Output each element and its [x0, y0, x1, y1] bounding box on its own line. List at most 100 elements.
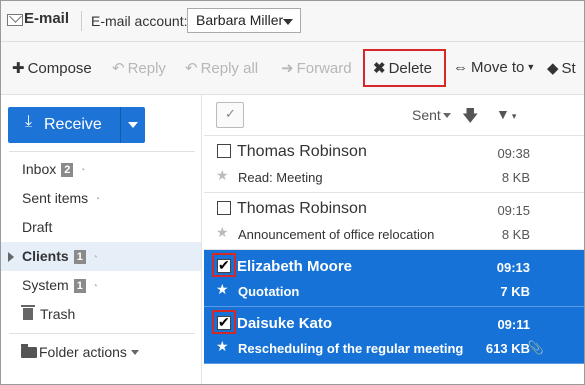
folder-actions-menu[interactable]: Folder actions	[1, 338, 201, 367]
sort-dropdown[interactable]: Sent	[412, 107, 451, 123]
message-size: 7 KB	[500, 284, 530, 299]
reply-all-label: Reply all	[200, 60, 259, 77]
receive-label: Receive	[44, 116, 102, 133]
filter-icon[interactable]: ▼ ▾	[496, 106, 516, 122]
message-time: 09:15	[497, 203, 530, 218]
unread-badge: 2	[61, 163, 74, 177]
check-icon: ✓	[225, 106, 236, 121]
message-time: 09:38	[497, 146, 530, 161]
list-header: ✓ Sent 🡇 ▼ ▾	[204, 95, 584, 136]
compose-label: Compose	[27, 60, 92, 77]
status-label: St	[561, 60, 576, 77]
message-time: 09:13	[496, 260, 530, 275]
sidebar-item-inbox[interactable]: Inbox 2 ◔	[1, 155, 201, 184]
message-list: ✓ Sent 🡇 ▼ ▾ Thomas Robinson 09:38 ★ Read…	[204, 95, 584, 384]
select-all-button[interactable]: ✓	[216, 102, 244, 128]
account-label: E-mail account:	[91, 13, 188, 29]
star-icon[interactable]: ★	[216, 167, 229, 184]
message-row[interactable]: Thomas Robinson 09:15 ★ Announcement of …	[204, 193, 584, 250]
tag-icon: ◆	[547, 60, 559, 77]
divider	[9, 333, 195, 334]
plus-icon: ✚	[12, 60, 25, 77]
sidebar-item-trash[interactable]: Trash	[1, 300, 201, 329]
sender-name: Thomas Robinson	[237, 200, 367, 217]
sender-name: Daisuke Kato	[237, 315, 333, 332]
reply-all-icon: ↶	[185, 60, 198, 77]
receive-split-divider	[120, 107, 121, 143]
sidebar-item-system[interactable]: System 1 ◔	[1, 271, 201, 300]
message-subject: Rescheduling of the regular meeting	[238, 341, 464, 356]
reply-all-button[interactable]: ↶ Reply all	[185, 59, 258, 77]
chevron-down-icon: ▼	[526, 62, 536, 72]
app-title: E-mail	[24, 10, 70, 27]
folder-label: Clients	[22, 248, 69, 264]
checkbox-highlight	[212, 253, 236, 277]
message-subject: Quotation	[238, 284, 300, 299]
star-icon[interactable]: ★	[216, 281, 229, 298]
toolbar: ✚ Compose ↶ Reply ↶ Reply all ➜ Forward ✖ Del…	[1, 42, 584, 95]
email-app-window: E-mail E-mail account: Barbara Miller ✚ C…	[0, 0, 585, 385]
sender-name: Elizabeth Moore	[237, 258, 353, 275]
reply-icon: ↶	[112, 60, 125, 77]
app-header: E-mail E-mail account: Barbara Miller	[1, 1, 584, 42]
paperclip-icon: 📎	[527, 340, 544, 355]
delete-highlight	[363, 49, 446, 87]
sidebar-item-clients[interactable]: Clients 1 ◔	[1, 242, 201, 271]
message-time: 09:11	[497, 317, 530, 332]
sender-name: Thomas Robinson	[237, 143, 367, 160]
row-checkbox[interactable]	[217, 201, 231, 215]
sidebar: ⤓ Receive Inbox 2 ◔ Sent items ◔ Draft Clie…	[1, 95, 202, 384]
chevron-down-icon	[442, 113, 451, 118]
move-to-label: Move to	[471, 59, 525, 76]
account-select[interactable]: Barbara Miller	[187, 8, 301, 33]
trash-icon	[21, 305, 35, 320]
sort-descending-icon[interactable]: 🡇	[462, 105, 478, 132]
message-size: 613 KB	[485, 341, 530, 356]
row-checkbox[interactable]	[217, 144, 231, 158]
receive-button[interactable]: ⤓ Receive	[8, 107, 145, 143]
message-size: 8 KB	[501, 227, 530, 242]
reply-label: Reply	[127, 60, 166, 77]
rss-icon: ◔	[91, 281, 98, 292]
sidebar-item-draft[interactable]: Draft	[1, 213, 201, 242]
account-value: Barbara Miller	[196, 12, 284, 28]
message-subject: Read: Meeting	[238, 170, 323, 185]
checkbox-highlight	[212, 310, 236, 334]
message-row[interactable]: Daisuke Kato 09:11 ★ Rescheduling of the…	[204, 307, 584, 364]
folder-icon	[21, 344, 37, 358]
download-icon: ⤓	[25, 113, 33, 130]
move-arrows-icon: ⇔	[453, 59, 468, 76]
sort-label: Sent	[412, 107, 441, 123]
status-button[interactable]: ◆ St	[547, 59, 576, 77]
chevron-down-icon[interactable]	[128, 122, 138, 128]
folder-actions-label: Folder actions	[39, 344, 127, 360]
folder-label: Draft	[22, 219, 53, 235]
header-divider	[81, 11, 82, 31]
folder-label: Trash	[40, 306, 76, 322]
envelope-icon	[7, 14, 23, 26]
folder-label: Sent items	[22, 190, 89, 206]
message-size: 8 KB	[501, 170, 530, 185]
reply-button[interactable]: ↶ Reply	[112, 59, 166, 77]
divider	[9, 151, 195, 152]
message-subject: Announcement of office relocation	[238, 227, 435, 242]
forward-label: Forward	[296, 60, 352, 77]
chevron-down-icon	[283, 19, 293, 25]
forward-button[interactable]: ➜ Forward	[281, 59, 352, 77]
message-row[interactable]: Elizabeth Moore 09:13 ★ Quotation 7 KB	[204, 250, 584, 307]
chevron-down-icon	[130, 350, 139, 355]
compose-button[interactable]: ✚ Compose	[12, 59, 92, 77]
unread-badge: 1	[73, 250, 86, 264]
folder-label: Inbox	[22, 161, 57, 177]
rss-icon: ◔	[94, 194, 101, 205]
star-icon[interactable]: ★	[216, 224, 229, 241]
unread-badge: 1	[73, 279, 86, 293]
rss-icon: ◔	[79, 165, 86, 176]
move-to-button[interactable]: ⇔ Move to ▼	[453, 59, 535, 76]
rss-icon: ◔	[91, 252, 98, 263]
sidebar-item-sent-items[interactable]: Sent items ◔	[1, 184, 201, 213]
message-row[interactable]: Thomas Robinson 09:38 ★ Read: Meeting 8 …	[204, 136, 584, 193]
expand-arrow-icon[interactable]	[8, 252, 14, 262]
folder-label: System	[22, 277, 69, 293]
star-icon[interactable]: ★	[216, 338, 229, 355]
